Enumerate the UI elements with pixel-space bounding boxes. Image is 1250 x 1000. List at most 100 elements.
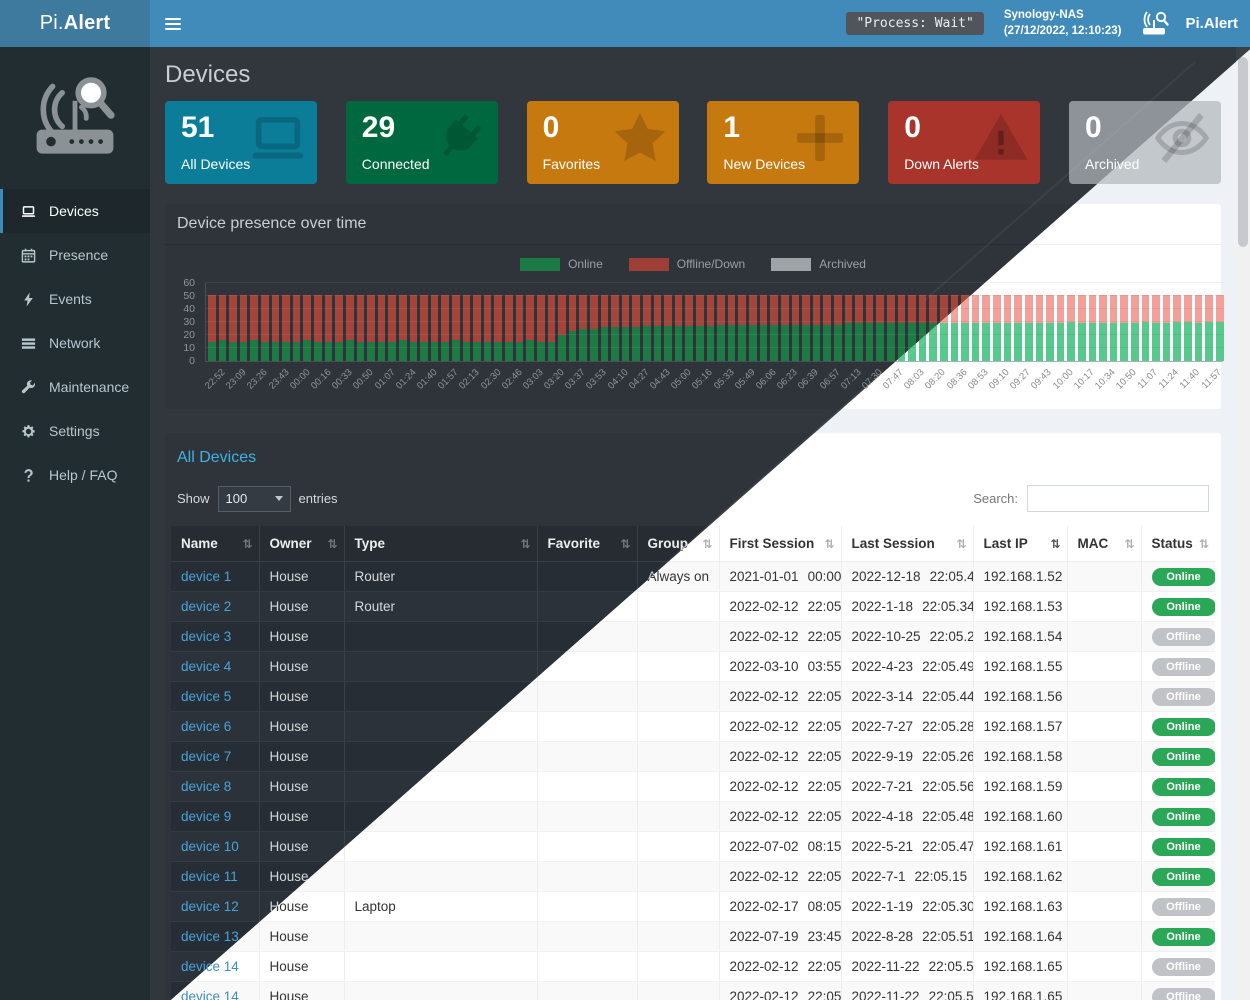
device-link[interactable]: device 11 bbox=[181, 869, 238, 884]
device-link[interactable]: device 2 bbox=[181, 599, 231, 614]
chart-bar bbox=[494, 295, 502, 361]
warning-icon bbox=[972, 109, 1030, 172]
sort-icon[interactable]: ⇅ bbox=[824, 537, 834, 551]
device-link[interactable]: device 7 bbox=[181, 749, 231, 764]
offline-segment bbox=[919, 295, 927, 324]
online-segment bbox=[749, 325, 757, 361]
cell-status: Online bbox=[1141, 742, 1215, 772]
x-tick-label: 00:50 bbox=[351, 367, 376, 392]
sort-icon[interactable]: ⇅ bbox=[327, 537, 337, 551]
sort-icon[interactable]: ⇅ bbox=[702, 537, 712, 551]
column-header-first-session[interactable]: First Session⇅ bbox=[719, 526, 841, 562]
device-link[interactable]: device 13 bbox=[181, 929, 239, 944]
sidebar-item-help-faq[interactable]: Help / FAQ bbox=[0, 453, 150, 497]
online-segment bbox=[1131, 323, 1139, 361]
brand-logo[interactable]: Pi.Alert bbox=[0, 0, 150, 47]
cell-last-session: 2022-8-2822:05.51 bbox=[841, 922, 973, 952]
cell-first-session: 2022-07-0208:15 bbox=[719, 832, 841, 862]
sidebar-item-label: Help / FAQ bbox=[49, 467, 117, 483]
sort-icon[interactable]: ⇅ bbox=[1124, 537, 1134, 551]
device-link[interactable]: device 3 bbox=[181, 629, 231, 644]
session-date: 2022-10-25 bbox=[852, 629, 921, 644]
column-header-last-session[interactable]: Last Session⇅ bbox=[841, 526, 973, 562]
online-segment bbox=[388, 342, 396, 362]
cell-group bbox=[637, 682, 719, 712]
cell-favorite bbox=[537, 832, 637, 862]
summary-card-connected[interactable]: 29Connected bbox=[346, 101, 498, 184]
table-row[interactable]: device 13House2022-07-1923:452022-8-2822… bbox=[171, 922, 1215, 952]
column-header-status[interactable]: Status⇅ bbox=[1141, 526, 1215, 562]
x-tick: 05:16 bbox=[692, 362, 713, 409]
device-link[interactable]: device 8 bbox=[181, 779, 231, 794]
sidebar-item-network[interactable]: Network bbox=[0, 321, 150, 365]
sort-icon[interactable]: ⇅ bbox=[956, 537, 966, 551]
online-segment bbox=[738, 325, 746, 361]
chart-bar bbox=[1195, 295, 1203, 361]
device-link[interactable]: device 14 bbox=[181, 989, 239, 1000]
x-tick: 00:00 bbox=[290, 362, 311, 409]
summary-card-favorites[interactable]: 0Favorites bbox=[527, 101, 679, 184]
sort-icon[interactable]: ⇅ bbox=[1199, 537, 1209, 551]
sidebar-item-maintenance[interactable]: Maintenance bbox=[0, 365, 150, 409]
sidebar-item-presence[interactable]: Presence bbox=[0, 233, 150, 277]
sort-icon[interactable]: ⇅ bbox=[520, 537, 530, 551]
offline-segment bbox=[876, 295, 884, 324]
device-link[interactable]: device 5 bbox=[181, 689, 231, 704]
sidebar-item-events[interactable]: Events bbox=[0, 277, 150, 321]
chart-bar bbox=[1184, 295, 1192, 361]
sidebar-item-devices[interactable]: Devices bbox=[0, 189, 150, 233]
device-link[interactable]: device 12 bbox=[181, 899, 239, 914]
chart-bar bbox=[696, 295, 704, 361]
summary-card-new-devices[interactable]: 1New Devices bbox=[707, 101, 859, 184]
cell-type: Router bbox=[344, 562, 537, 592]
cell-first-session: 2022-02-1222:05 bbox=[719, 592, 841, 622]
sort-icon[interactable]: ⇅ bbox=[620, 537, 630, 551]
x-tick-label: 09:27 bbox=[1008, 367, 1033, 392]
device-link[interactable]: device 1 bbox=[181, 569, 231, 584]
offline-segment bbox=[1099, 295, 1107, 324]
table-row[interactable]: device 11House2022-02-1222:052022-7-122:… bbox=[171, 862, 1215, 892]
session-time: 22:05 bbox=[808, 749, 841, 764]
online-segment bbox=[781, 325, 789, 361]
session-time: 22:05.15 bbox=[915, 869, 968, 884]
page-scrollbar[interactable] bbox=[1236, 47, 1250, 1000]
session-time: 22:05 bbox=[808, 869, 841, 884]
chart-bar bbox=[1089, 295, 1097, 361]
online-segment bbox=[601, 327, 609, 361]
cell-last-ip: 192.168.1.52 bbox=[973, 562, 1067, 592]
cell-status: Online bbox=[1141, 802, 1215, 832]
column-header-mac[interactable]: MAC⇅ bbox=[1067, 526, 1141, 562]
column-header-last-ip[interactable]: Last IP⇅ bbox=[973, 526, 1067, 562]
scrollbar-thumb[interactable] bbox=[1238, 57, 1248, 247]
session-time: 22:05.30 bbox=[922, 899, 973, 914]
column-header-owner[interactable]: Owner⇅ bbox=[259, 526, 344, 562]
hamburger-menu-icon[interactable] bbox=[150, 0, 195, 47]
device-link[interactable]: device 6 bbox=[181, 719, 231, 734]
search-input[interactable] bbox=[1027, 485, 1209, 512]
column-header-favorite[interactable]: Favorite ⇅ bbox=[537, 526, 637, 562]
device-link[interactable]: device 9 bbox=[181, 809, 231, 824]
page-size-select[interactable]: 100 bbox=[218, 486, 291, 512]
chart-bar bbox=[505, 295, 513, 361]
sort-icon[interactable]: ⇅ bbox=[242, 537, 252, 551]
column-header-type[interactable]: Type⇅ bbox=[344, 526, 537, 562]
x-tick-label: 08:20 bbox=[923, 367, 948, 392]
table-row[interactable]: device 14House2022-02-1222:052022-11-222… bbox=[171, 952, 1215, 982]
column-label: Favorite bbox=[548, 536, 601, 551]
summary-card-down-alerts[interactable]: 0Down Alerts bbox=[888, 101, 1040, 184]
cell-type bbox=[344, 652, 537, 682]
status-badge: Online bbox=[1152, 808, 1216, 826]
table-row[interactable]: device 14House2022-02-1222:052022-11-222… bbox=[171, 982, 1215, 1000]
sort-icon[interactable]: ⇅ bbox=[1050, 537, 1060, 551]
device-link[interactable]: device 4 bbox=[181, 659, 231, 674]
table-row[interactable]: device 12HouseLaptop2022-02-1708:052022-… bbox=[171, 892, 1215, 922]
column-header-name[interactable]: Name⇅ bbox=[171, 526, 259, 562]
cell-owner: House bbox=[259, 742, 344, 772]
summary-card-all-devices[interactable]: 51All Devices bbox=[165, 101, 317, 184]
sidebar-item-settings[interactable]: Settings bbox=[0, 409, 150, 453]
x-tick: 01:24 bbox=[396, 362, 417, 409]
legend-archived: Archived bbox=[771, 257, 866, 271]
chart-bar bbox=[781, 295, 789, 361]
device-link[interactable]: device 10 bbox=[181, 839, 239, 854]
status-badge: Online bbox=[1152, 928, 1216, 946]
